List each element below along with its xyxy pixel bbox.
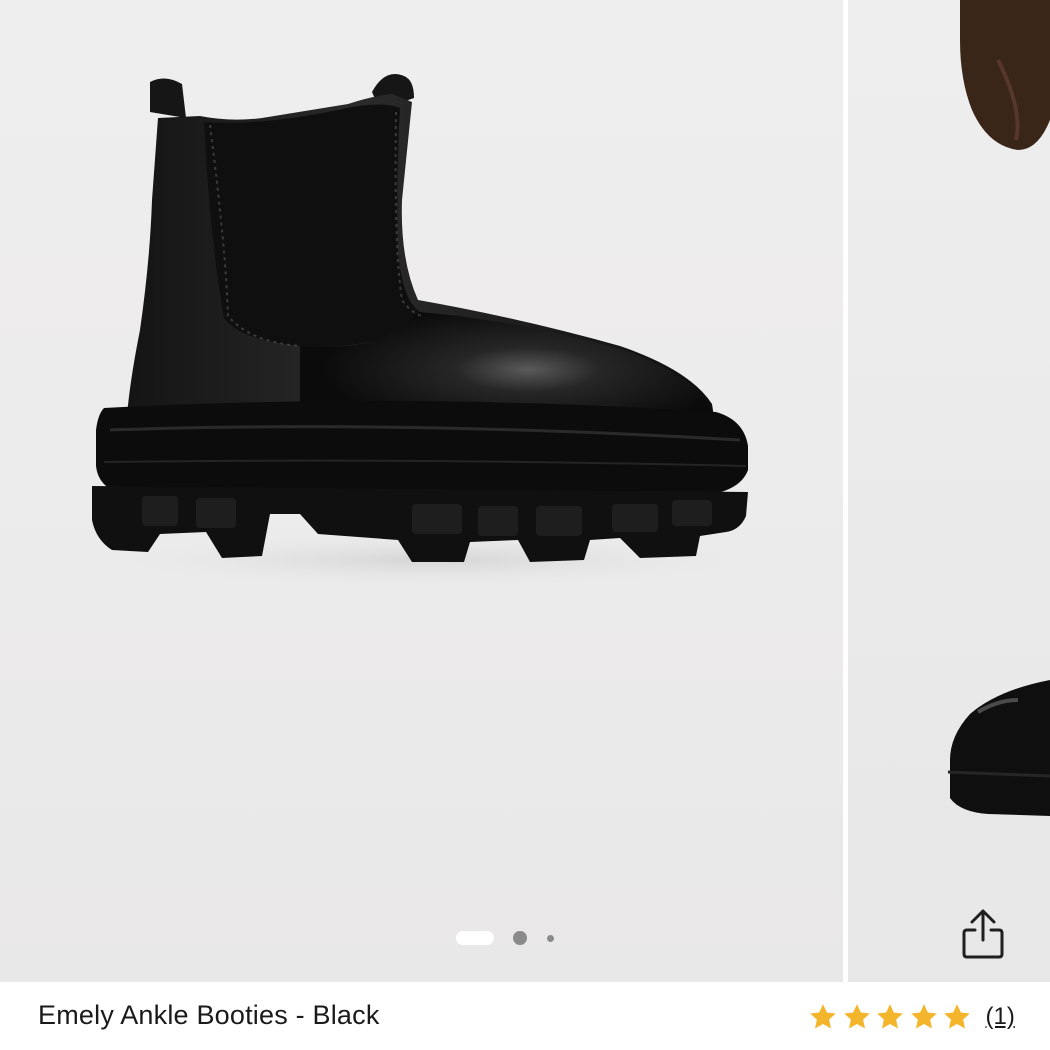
product-info-bar: Emely Ankle Booties - Black (1) [0,982,1050,1050]
share-icon [962,909,1004,959]
star-icon [910,1004,937,1029]
product-title: Emely Ankle Booties - Black [38,1000,380,1030]
star-icon [944,1004,970,1029]
rating[interactable]: (1) [808,1002,1015,1032]
image-pager[interactable] [456,930,554,946]
product-image-gallery[interactable] [0,0,1050,982]
star-icon [877,1004,903,1029]
pager-dot-active[interactable] [456,931,494,945]
star-icon [843,1004,870,1029]
review-count-link[interactable]: (1) [986,1003,1015,1031]
model-image [947,0,1050,816]
product-image-next[interactable] [848,0,1050,982]
boot-image [70,74,790,590]
pager-dot-small[interactable] [547,934,554,942]
pager-dot[interactable] [513,931,527,945]
star-icon [810,1004,836,1029]
product-image-main[interactable] [0,0,843,982]
share-button[interactable] [955,906,1011,962]
